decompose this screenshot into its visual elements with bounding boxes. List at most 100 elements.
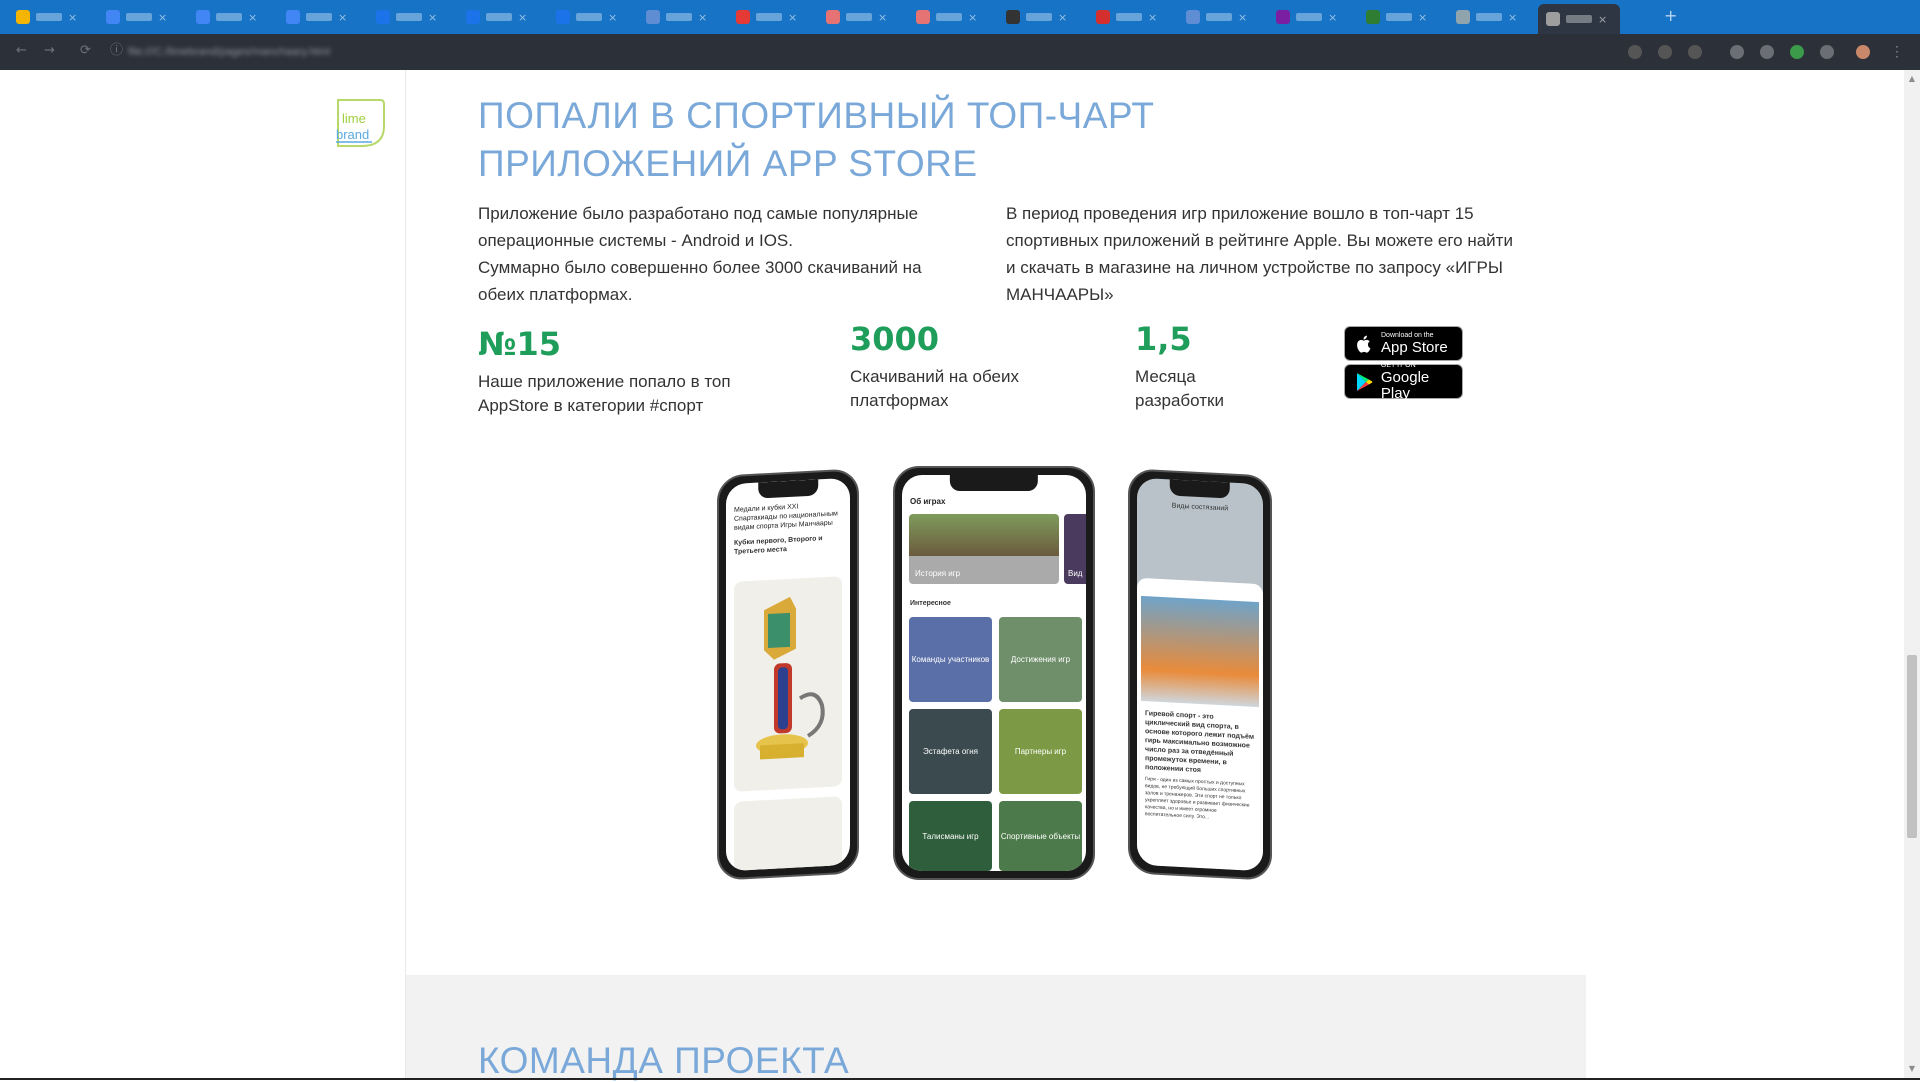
close-tab-icon[interactable]: ×	[878, 11, 887, 24]
history-card[interactable]: История игр	[909, 514, 1059, 584]
stat-value: №15	[478, 325, 562, 363]
tab-favicon	[1546, 12, 1560, 26]
trophy-image	[734, 576, 842, 792]
tile-label: Талисманы игр	[922, 831, 979, 841]
stat-desc: Наше приложение попало в топ AppStore в …	[478, 372, 731, 415]
close-tab-icon[interactable]: ×	[158, 11, 167, 24]
tab-favicon	[376, 10, 390, 24]
browser-tab[interactable]: ×	[728, 6, 810, 28]
browser-tab[interactable]: ×	[818, 6, 900, 28]
description-left-2: Суммарно было совершенно более 3000 скач…	[478, 258, 922, 304]
browser-tab[interactable]: ×	[638, 6, 720, 28]
close-tab-icon[interactable]: ×	[788, 11, 797, 24]
new-tab-button[interactable]: +	[1664, 6, 1677, 25]
weightlifter-photo	[1141, 595, 1259, 708]
venues-tile[interactable]: Спортивные объекты	[999, 801, 1082, 871]
phone-screen: Виды состязаний Гиревой спорт - это цикл…	[1137, 477, 1263, 872]
share-icon[interactable]	[1658, 45, 1672, 59]
close-tab-icon[interactable]: ×	[518, 11, 527, 24]
extension-icon[interactable]	[1760, 45, 1774, 59]
browser-tab[interactable]: ×	[998, 6, 1080, 28]
mascots-tile[interactable]: Талисманы игр	[909, 801, 992, 871]
phone-notch	[1169, 479, 1231, 499]
close-tab-icon[interactable]: ×	[1238, 11, 1247, 24]
phone-screen: Медали и кубки XXI Спартакиады по национ…	[726, 477, 850, 872]
close-tab-icon[interactable]: ×	[1598, 13, 1607, 26]
stat-development: 1,5 Месяца разработки	[1135, 319, 1285, 413]
torch-relay-tile[interactable]: Эстафета огня	[909, 709, 992, 794]
stat-value: 3000	[850, 320, 940, 358]
stat-desc: Месяца разработки	[1135, 367, 1224, 410]
browser-tab[interactable]: ×	[1358, 6, 1440, 28]
types-card[interactable]: Вид	[1064, 514, 1086, 584]
close-tab-icon[interactable]: ×	[968, 11, 977, 24]
close-tab-icon[interactable]: ×	[428, 11, 437, 24]
browser-tab[interactable]: ×	[1088, 6, 1170, 28]
close-tab-icon[interactable]: ×	[248, 11, 257, 24]
tab-title	[396, 13, 422, 21]
avatar[interactable]	[1856, 45, 1870, 59]
browser-tab[interactable]: ×	[1538, 4, 1620, 34]
apple-icon	[1357, 335, 1371, 353]
interesting-label: Интересное	[910, 600, 951, 607]
browser-tab[interactable]: ×	[1268, 6, 1350, 28]
tile-label: Эстафета огня	[923, 747, 978, 756]
close-tab-icon[interactable]: ×	[1508, 11, 1517, 24]
extension-icon[interactable]	[1730, 45, 1744, 59]
stat-desc: Скачиваний на обеих платформах	[850, 367, 1019, 410]
browser-tab[interactable]: ×	[1178, 6, 1260, 28]
page-scrollbar[interactable]	[1904, 70, 1920, 1078]
reload-icon[interactable]: ⟳	[80, 44, 94, 58]
history-card-label: История игр	[915, 569, 961, 578]
google-play-text: GET IT ON Google Play	[1381, 362, 1462, 402]
tab-title	[126, 13, 152, 21]
browser-tab[interactable]: ×	[98, 6, 180, 28]
info-icon[interactable]: ⓘ	[110, 44, 124, 58]
close-tab-icon[interactable]: ×	[338, 11, 347, 24]
bookmark-icon[interactable]	[1688, 45, 1702, 59]
close-tab-icon[interactable]: ×	[1418, 11, 1427, 24]
close-tab-icon[interactable]: ×	[68, 11, 77, 24]
browser-tab[interactable]: ×	[368, 6, 450, 28]
achievements-tile[interactable]: Достижения игр	[999, 617, 1082, 702]
google-play-badge[interactable]: GET IT ON Google Play	[1344, 362, 1463, 402]
address-bar[interactable]: file:///C:/limebrand/pages/manchaary.htm…	[128, 46, 330, 58]
phone-mockup-center: Об играх История игр Вид Интересное Кома…	[893, 466, 1095, 880]
tile-label: Спортивные объекты	[1000, 831, 1081, 841]
scroll-up-icon[interactable]: ▲	[1907, 74, 1917, 83]
scrollbar-thumb[interactable]	[1907, 655, 1917, 838]
menu-icon[interactable]: ⋮	[1890, 44, 1904, 59]
scroll-down-icon[interactable]: ▼	[1907, 1064, 1917, 1073]
tab-favicon	[1366, 10, 1380, 24]
close-tab-icon[interactable]: ×	[608, 11, 617, 24]
browser-tab[interactable]: ×	[458, 6, 540, 28]
lime-brand-logo[interactable]: lime brand	[332, 96, 386, 150]
close-tab-icon[interactable]: ×	[1328, 11, 1337, 24]
trophy-image	[734, 796, 842, 872]
close-tab-icon[interactable]: ×	[698, 11, 707, 24]
tab-favicon	[16, 10, 30, 24]
extension-icon[interactable]	[1820, 45, 1834, 59]
browser-tab[interactable]: ×	[1448, 6, 1530, 28]
tab-favicon	[286, 10, 300, 24]
tab-title	[1476, 13, 1502, 21]
partners-tile[interactable]: Партнеры игр	[999, 709, 1082, 794]
zoom-icon[interactable]	[1628, 45, 1642, 59]
close-tab-icon[interactable]: ×	[1148, 11, 1157, 24]
browser-tab[interactable]: ×	[908, 6, 990, 28]
close-tab-icon[interactable]: ×	[1058, 11, 1067, 24]
section-heading: ПОПАЛИ В СПОРТИВНЫЙ ТОП-ЧАРТ ПРИЛОЖЕНИЙ …	[478, 92, 1178, 188]
browser-tab[interactable]: ×	[278, 6, 360, 28]
extension-icon[interactable]	[1790, 45, 1804, 59]
tab-title	[486, 13, 512, 21]
app-store-badge[interactable]: Download on the App Store	[1344, 326, 1463, 361]
forward-icon[interactable]: →	[44, 44, 58, 58]
browser-tab[interactable]: ×	[188, 6, 270, 28]
browser-tab[interactable]: ×	[8, 6, 90, 28]
teams-tile[interactable]: Команды участников	[909, 617, 992, 702]
tab-title	[1386, 13, 1412, 21]
tab-title	[1026, 13, 1052, 21]
back-icon[interactable]: ←	[16, 44, 30, 58]
browser-tab[interactable]: ×	[548, 6, 630, 28]
tab-favicon	[916, 10, 930, 24]
